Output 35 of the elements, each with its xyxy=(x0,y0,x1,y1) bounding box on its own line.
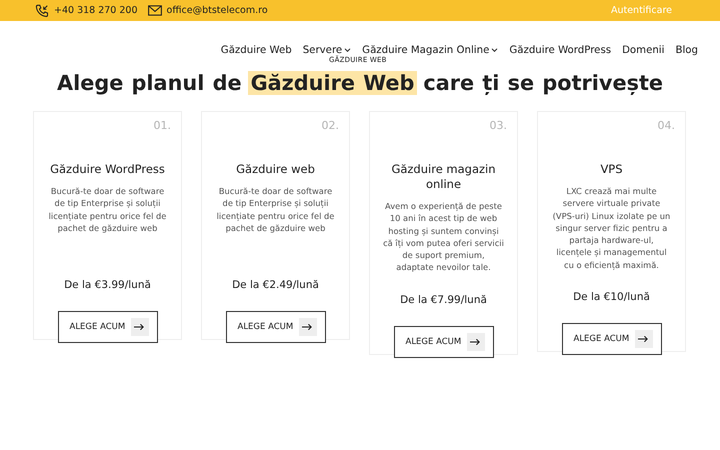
nav-link[interactable]: Găzduire WordPress xyxy=(509,44,612,56)
heading-text: Alege planul de xyxy=(56,71,242,95)
plan-number: 01. xyxy=(154,118,172,132)
plan-number: 03. xyxy=(490,118,508,132)
heading-text: care ți se potrivește xyxy=(423,71,663,95)
plan-price: De la €3.99/lună xyxy=(64,279,151,291)
email-address[interactable]: office@btstelecom.ro xyxy=(166,5,268,16)
choose-button[interactable]: ALEGE ACUM xyxy=(562,323,662,356)
mail-icon xyxy=(148,5,162,16)
caret-icon xyxy=(344,48,352,52)
plan-description: LXC crează mai multe servere virtuale private (VPS-uri) Linux izolate pe un singur server fizic pentru a partaja hardware-ul, licențele și managementul cu o eficiență maximă. xyxy=(552,185,672,272)
caret-icon xyxy=(491,48,498,52)
nav-link[interactable]: Domenii xyxy=(622,44,664,56)
nav-link[interactable]: Găzduire Web xyxy=(220,44,292,56)
plan-title: VPS xyxy=(599,162,624,177)
choose-button[interactable]: ALEGE ACUM xyxy=(58,311,158,343)
plan-number: 04. xyxy=(658,118,676,132)
plan-description: Avem o experiență de peste 10 ani în acest tip de web hosting și suntem convinși că îți vom putea oferi servicii de suport premium, adaptate nevoilor tale. xyxy=(382,200,505,274)
plan-title: Găzduire web xyxy=(235,162,316,177)
choose-button[interactable]: ALEGE ACUM xyxy=(226,311,326,343)
phone-icon xyxy=(35,4,49,18)
heading-highlight: Găzduire Web xyxy=(248,71,418,95)
nav-link[interactable]: Servere xyxy=(302,44,352,56)
nav-link[interactable]: Găzduire Magazin Online xyxy=(362,44,498,56)
plan-title: Găzduire magazin online xyxy=(390,162,497,192)
plan-number: 02. xyxy=(322,118,340,132)
phone-number[interactable]: +40 318 270 200 xyxy=(54,5,138,16)
plan-price: De la €10/lună xyxy=(573,291,650,304)
choose-button[interactable]: ALEGE ACUM xyxy=(394,326,494,358)
plan-description: Bucură-te doar de software de tip Enterprise și soluții licențiate pentru orice fel de pachet de găzduire web xyxy=(48,185,168,235)
plan-description: Bucură-te doar de software de tip Enterprise și soluții licențiate pentru orice fel de pachet de găzduire web xyxy=(216,185,336,235)
plan-title: Găzduire WordPress xyxy=(49,162,166,177)
nav-link[interactable]: Blog xyxy=(675,44,698,56)
plan-price: De la €2.49/lună xyxy=(232,279,319,291)
plan-price: De la €7.99/lună xyxy=(400,294,487,306)
